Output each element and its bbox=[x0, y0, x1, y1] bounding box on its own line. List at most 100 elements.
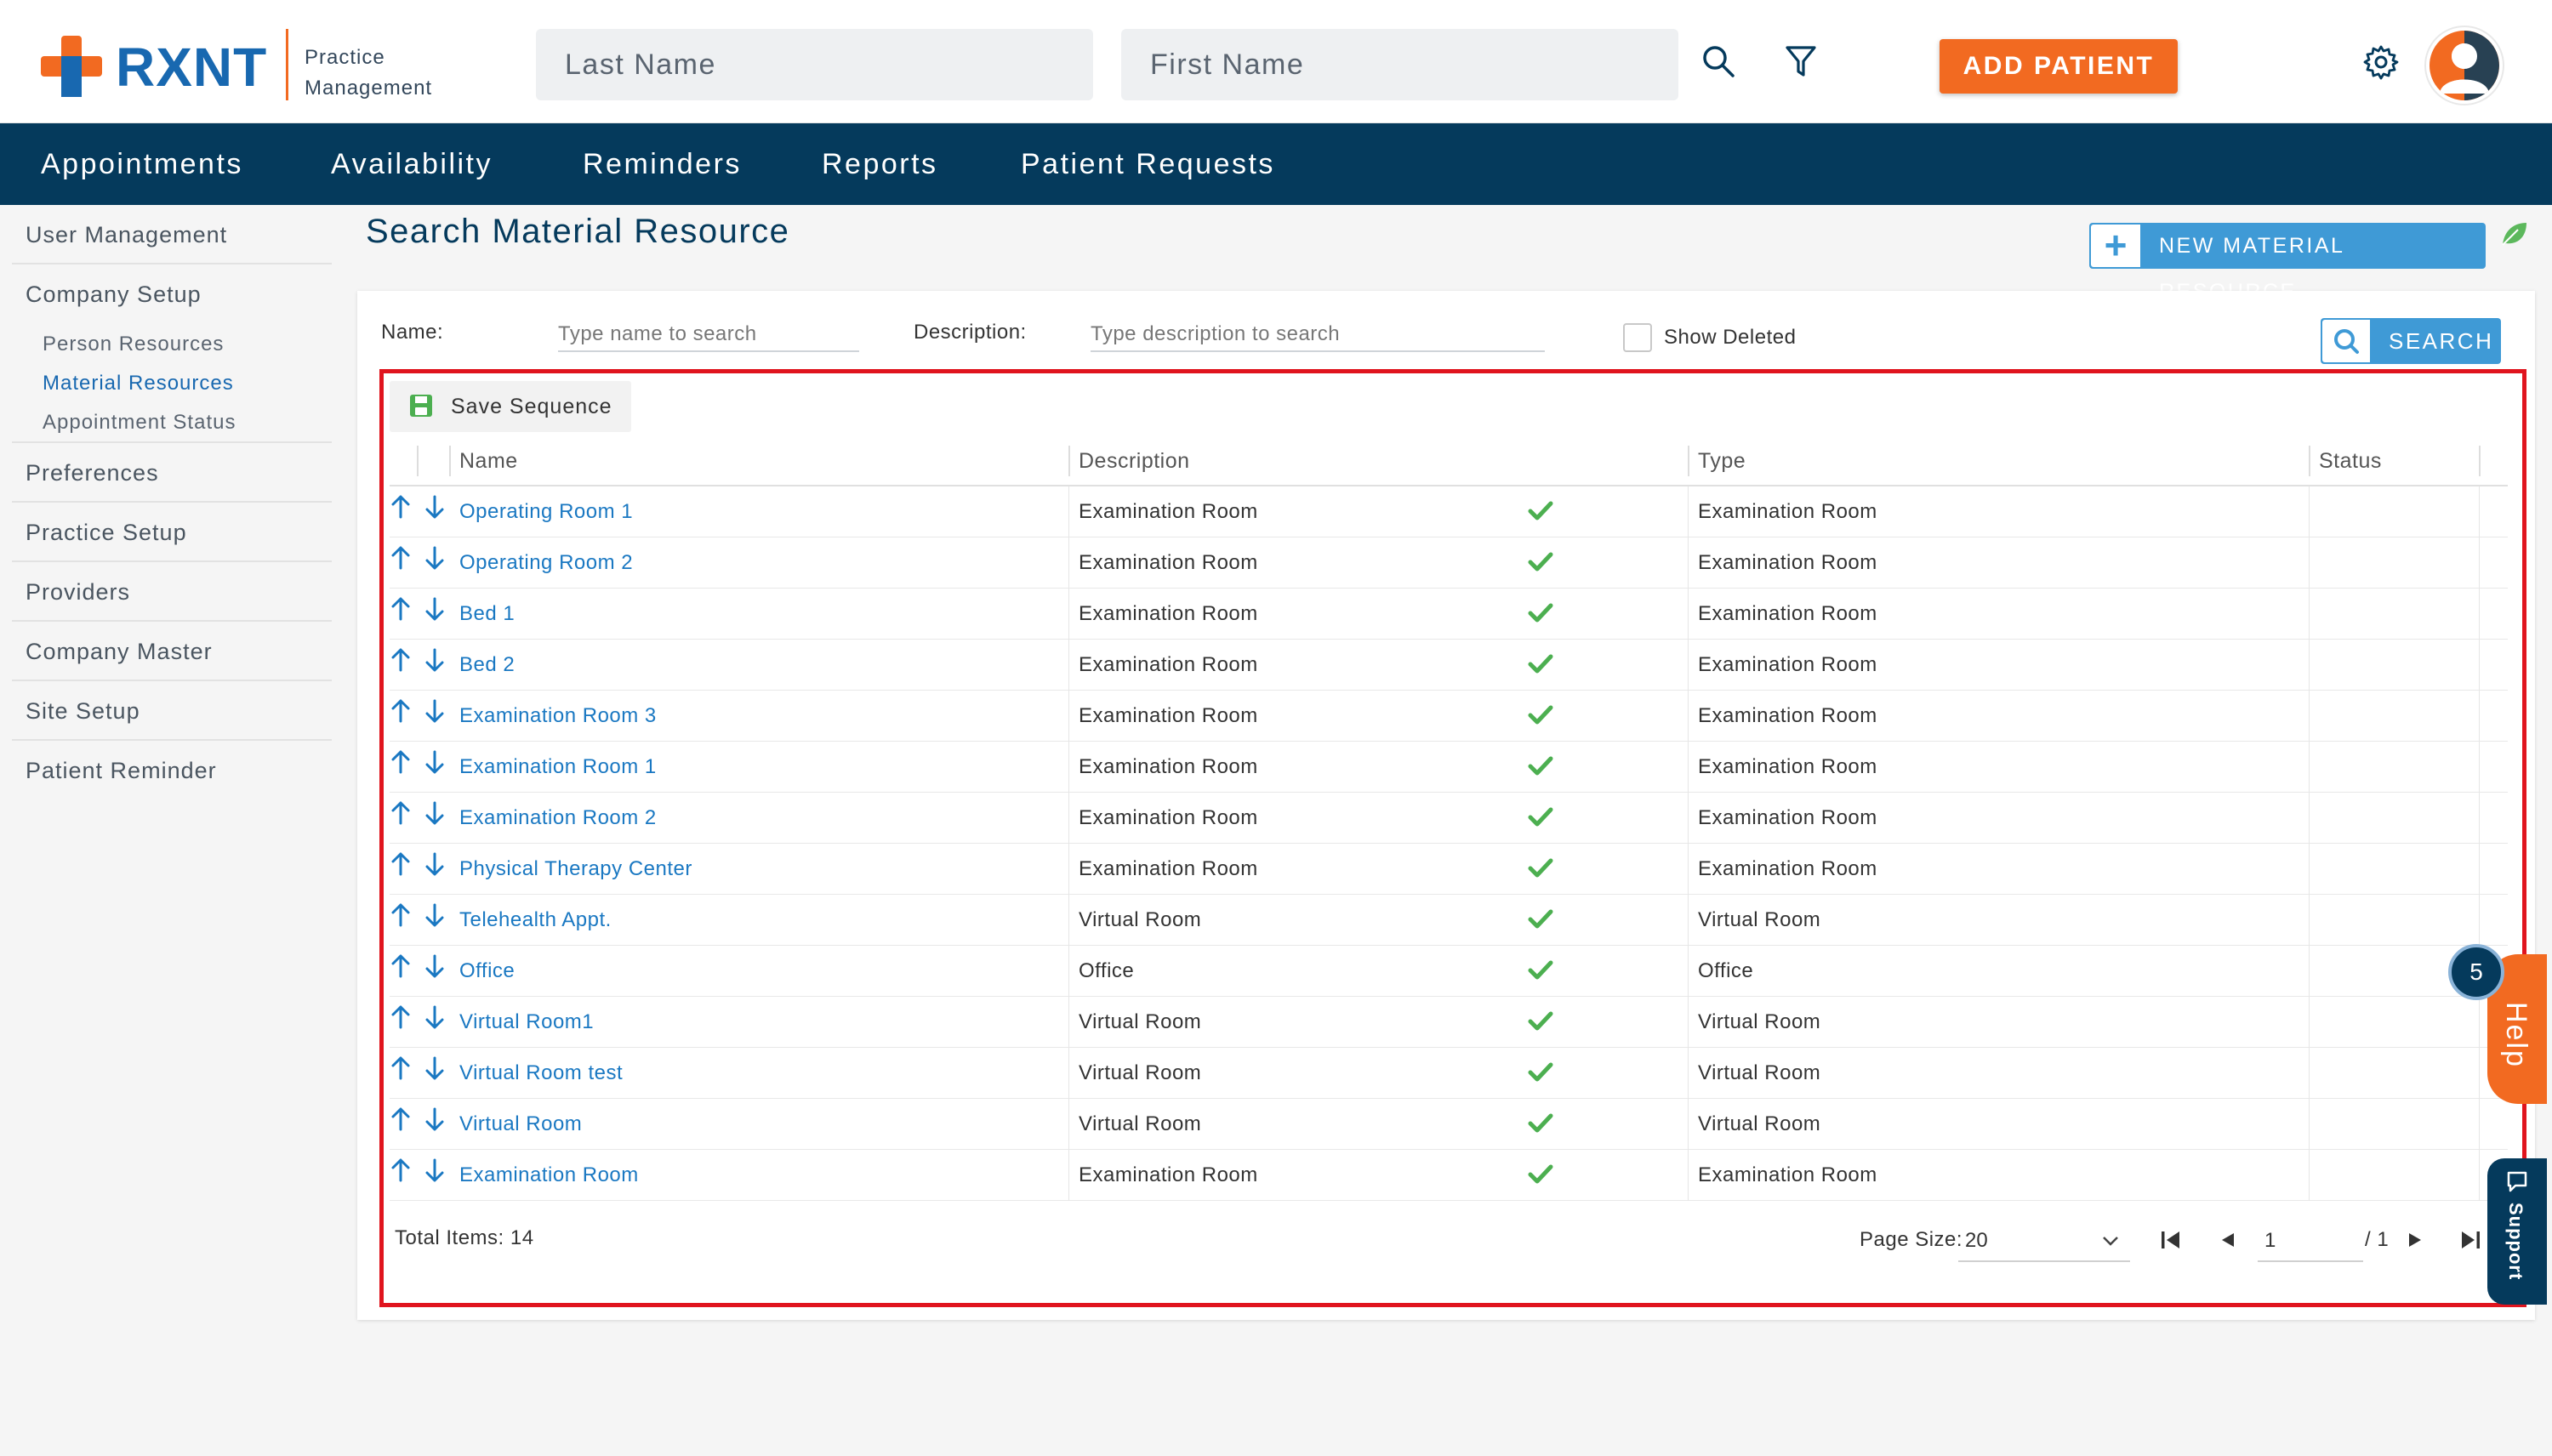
move-down-icon[interactable] bbox=[424, 748, 447, 777]
add-patient-button[interactable]: ADD PATIENT bbox=[1940, 39, 2178, 94]
cell-divider bbox=[1068, 1048, 1069, 1099]
resource-name-link[interactable]: Office bbox=[459, 946, 515, 997]
nav-availability[interactable]: Availability bbox=[331, 123, 493, 205]
move-up-icon[interactable] bbox=[390, 748, 413, 777]
move-up-icon[interactable] bbox=[390, 799, 413, 828]
move-down-icon[interactable] bbox=[424, 1106, 447, 1135]
column-header-name[interactable]: Name bbox=[459, 435, 518, 486]
move-down-icon[interactable] bbox=[424, 799, 447, 828]
user-avatar-icon[interactable] bbox=[2426, 27, 2503, 104]
cell-divider bbox=[2309, 537, 2310, 589]
nav-reminders[interactable]: Reminders bbox=[583, 123, 742, 205]
resource-name-link[interactable]: Virtual Room test bbox=[459, 1048, 623, 1099]
move-down-icon[interactable] bbox=[424, 1055, 447, 1083]
move-down-icon[interactable] bbox=[424, 953, 447, 981]
show-deleted-checkbox[interactable] bbox=[1623, 323, 1652, 352]
save-sequence-button[interactable]: Save Sequence bbox=[390, 381, 631, 432]
nav-appointments[interactable]: Appointments bbox=[41, 123, 243, 205]
move-down-icon[interactable] bbox=[424, 544, 447, 573]
move-up-icon[interactable] bbox=[390, 697, 413, 726]
current-page-input[interactable]: 1 bbox=[2258, 1220, 2363, 1262]
resource-name-link[interactable]: Examination Room 3 bbox=[459, 691, 657, 742]
resource-name-link[interactable]: Bed 2 bbox=[459, 640, 515, 691]
resource-name-link[interactable]: Operating Room 1 bbox=[459, 486, 633, 537]
move-down-icon[interactable] bbox=[424, 1004, 447, 1032]
sidebar-subitem-material-resources[interactable]: Material Resources bbox=[43, 365, 234, 402]
move-up-icon[interactable] bbox=[390, 1106, 413, 1135]
cell-divider bbox=[2309, 486, 2310, 537]
nav-reports[interactable]: Reports bbox=[822, 123, 938, 205]
last-page-icon[interactable] bbox=[2458, 1228, 2482, 1256]
move-up-icon[interactable] bbox=[390, 493, 413, 522]
move-down-icon[interactable] bbox=[424, 493, 447, 522]
sidebar-item-user-management[interactable]: User Management bbox=[12, 205, 332, 264]
move-up-icon[interactable] bbox=[390, 1004, 413, 1032]
resource-name-link[interactable]: Examination Room bbox=[459, 1150, 639, 1201]
sidebar-item-preferences[interactable]: Preferences bbox=[12, 443, 332, 503]
resource-name-link[interactable]: Examination Room 1 bbox=[459, 742, 657, 793]
description-filter-label: Description: bbox=[914, 321, 1027, 344]
move-up-icon[interactable] bbox=[390, 544, 413, 573]
resource-name-link[interactable]: Physical Therapy Center bbox=[459, 844, 692, 895]
search-icon[interactable] bbox=[1701, 44, 1735, 82]
table-row: Operating Room 1 Examination Room Examinat… bbox=[390, 486, 2508, 537]
sidebar-item-patient-reminder[interactable]: Patient Reminder bbox=[12, 741, 332, 800]
sidebar-item-site-setup[interactable]: Site Setup bbox=[12, 681, 332, 741]
cell-divider bbox=[1688, 742, 1689, 793]
move-down-icon[interactable] bbox=[424, 697, 447, 726]
gear-icon[interactable] bbox=[2363, 44, 2399, 84]
move-down-icon[interactable] bbox=[424, 1157, 447, 1186]
column-header-type[interactable]: Type bbox=[1698, 435, 1746, 486]
move-down-icon[interactable] bbox=[424, 850, 447, 879]
new-material-resource-button[interactable]: + NEW MATERIAL RESOURCE bbox=[2089, 223, 2486, 304]
description-filter-input[interactable] bbox=[1091, 318, 1545, 352]
last-name-search-input[interactable] bbox=[536, 29, 1093, 100]
next-page-icon[interactable] bbox=[2406, 1228, 2426, 1256]
move-up-icon[interactable] bbox=[390, 1055, 413, 1083]
move-up-icon[interactable] bbox=[390, 646, 413, 675]
move-down-icon[interactable] bbox=[424, 901, 447, 930]
resource-name-link[interactable]: Examination Room 2 bbox=[459, 793, 657, 844]
sidebar-subitem-person-resources[interactable]: Person Resources bbox=[43, 326, 224, 363]
brand-subtitle: Practice Management bbox=[305, 43, 432, 104]
move-up-icon[interactable] bbox=[390, 953, 413, 981]
rxnt-logo[interactable]: RXNT bbox=[41, 32, 288, 100]
sidebar-item-company-setup[interactable]: Company Setup bbox=[12, 264, 332, 324]
move-up-icon[interactable] bbox=[390, 595, 413, 624]
column-separator bbox=[449, 446, 451, 476]
move-up-icon[interactable] bbox=[390, 850, 413, 879]
cell-divider bbox=[2309, 640, 2310, 691]
cell-divider bbox=[1688, 895, 1689, 946]
resource-name-link[interactable]: Telehealth Appt. bbox=[459, 895, 612, 946]
first-page-icon[interactable] bbox=[2159, 1228, 2183, 1256]
resource-name-link[interactable]: Bed 1 bbox=[459, 589, 515, 640]
brand-name: RXNT bbox=[116, 37, 268, 98]
name-filter-input[interactable] bbox=[558, 318, 859, 352]
table-row: Virtual Room1 Virtual Room Virtual Room bbox=[390, 997, 2508, 1048]
move-up-icon[interactable] bbox=[390, 901, 413, 930]
move-up-icon[interactable] bbox=[390, 1157, 413, 1186]
sidebar-item-providers[interactable]: Providers bbox=[12, 562, 332, 622]
move-down-icon[interactable] bbox=[424, 646, 447, 675]
resource-name-link[interactable]: Virtual Room1 bbox=[459, 997, 594, 1048]
sidebar-subitem-appointment-status[interactable]: Appointment Status bbox=[43, 404, 236, 441]
resource-name-link[interactable]: Operating Room 2 bbox=[459, 537, 633, 589]
cell-divider bbox=[2479, 1150, 2480, 1201]
resource-name-link[interactable]: Virtual Room bbox=[459, 1099, 582, 1150]
column-header-description[interactable]: Description bbox=[1079, 435, 1190, 486]
column-separator bbox=[417, 446, 419, 476]
sidebar-item-practice-setup[interactable]: Practice Setup bbox=[12, 503, 332, 562]
notification-badge[interactable]: 5 bbox=[2448, 944, 2504, 1000]
support-tab[interactable]: Support bbox=[2487, 1158, 2547, 1305]
resource-type: Virtual Room bbox=[1698, 1112, 1821, 1135]
sidebar-item-company-master[interactable]: Company Master bbox=[12, 622, 332, 681]
previous-page-icon[interactable] bbox=[2217, 1228, 2237, 1256]
first-name-search-input[interactable] bbox=[1121, 29, 1678, 100]
filter-icon[interactable] bbox=[1785, 44, 1817, 82]
nav-patient-requests[interactable]: Patient Requests bbox=[1021, 123, 1275, 205]
page-size-select[interactable]: 20 bbox=[1958, 1220, 2130, 1262]
column-header-status[interactable]: Status bbox=[2319, 435, 2382, 486]
search-button[interactable]: SEARCH bbox=[2321, 318, 2501, 364]
move-down-icon[interactable] bbox=[424, 595, 447, 624]
cell-divider bbox=[2309, 1099, 2310, 1150]
